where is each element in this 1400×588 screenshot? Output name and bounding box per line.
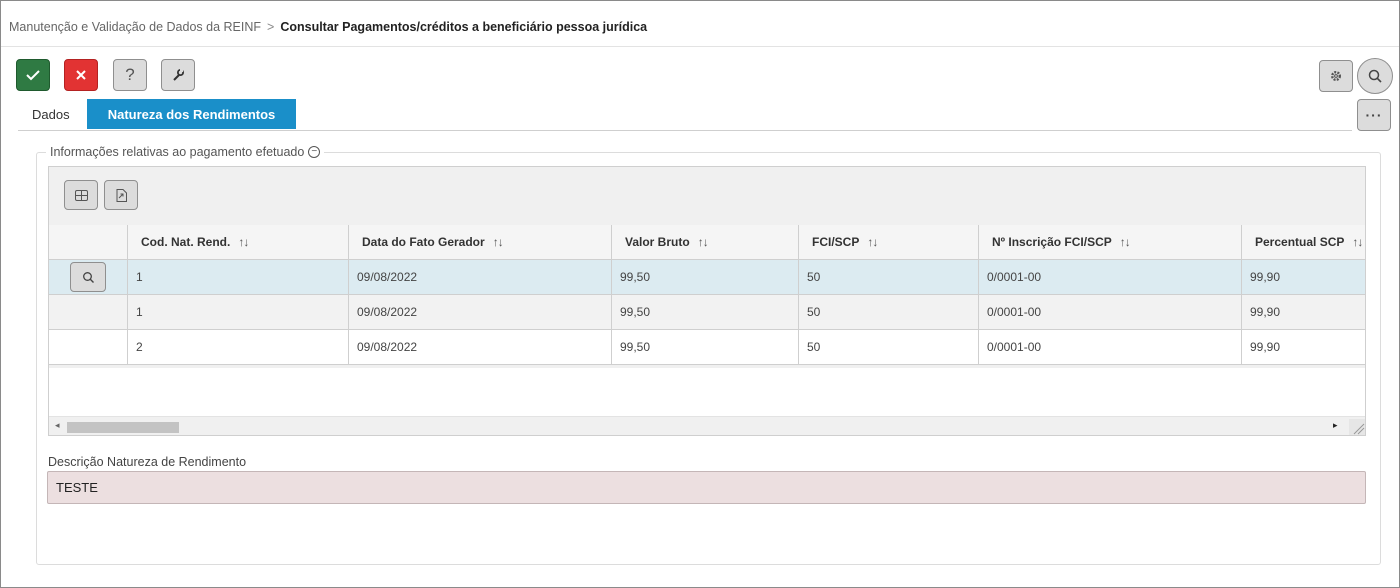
tab-natureza-dos-rendimentos[interactable]: Natureza dos Rendimentos xyxy=(87,99,296,129)
column-header-label: Valor Bruto xyxy=(625,235,690,249)
table-row[interactable]: 1 09/08/2022 99,50 50 0/0001-00 99,90 xyxy=(49,295,1365,330)
breadcrumb-separator: > xyxy=(267,20,275,34)
resize-grip[interactable] xyxy=(1349,419,1365,435)
table-cell[interactable]: 0/0001-00 xyxy=(979,330,1242,365)
table-cell[interactable]: 50 xyxy=(799,330,979,365)
resize-grip-icon xyxy=(1353,423,1365,435)
scroll-left-icon[interactable]: ◂ xyxy=(55,420,60,431)
settings-button[interactable] xyxy=(1319,60,1353,92)
column-header-label: FCI/SCP xyxy=(812,235,860,249)
horizontal-scrollbar[interactable]: ◂ ▸ xyxy=(49,416,1365,435)
column-header-label: Cod. Nat. Rend. xyxy=(141,235,231,249)
search-icon xyxy=(82,271,94,283)
search-button[interactable] xyxy=(1357,58,1393,94)
sort-icon[interactable]: ↑↓ xyxy=(867,235,878,249)
sort-icon[interactable]: ↑↓ xyxy=(493,235,504,249)
gear-icon xyxy=(1331,71,1341,81)
breadcrumb: Manutenção e Validação de Dados da REINF… xyxy=(9,20,647,34)
table-row[interactable]: 1 09/08/2022 99,50 50 0/0001-00 99,90 xyxy=(49,260,1365,295)
table-cell[interactable]: 0/0001-00 xyxy=(979,295,1242,330)
table-cell[interactable]: 99,90 xyxy=(1242,260,1365,295)
sort-icon[interactable]: ↑↓ xyxy=(698,235,709,249)
breadcrumb-parent[interactable]: Manutenção e Validação de Dados da REINF xyxy=(9,20,261,34)
column-header-label: Nº Inscrição FCI/SCP xyxy=(992,235,1112,249)
sort-icon[interactable]: ↑↓ xyxy=(1352,235,1363,249)
row-action-cell xyxy=(49,295,128,330)
table-cell[interactable]: 0/0001-00 xyxy=(979,260,1242,295)
search-icon xyxy=(1368,69,1382,83)
table-cell[interactable]: 99,50 xyxy=(612,330,799,365)
wrench-icon xyxy=(173,69,184,81)
tab-dados[interactable]: Dados xyxy=(32,99,70,129)
row-action-cell xyxy=(49,260,128,295)
header-action-cell xyxy=(49,225,128,260)
scroll-right-icon[interactable]: ▸ xyxy=(1333,420,1338,431)
row-detail-button[interactable] xyxy=(70,262,106,292)
description-field[interactable]: TESTE xyxy=(47,471,1366,504)
data-grid: Cod. Nat. Rend. ↑↓ Data do Fato Gerador ↑↓… xyxy=(48,166,1366,436)
collapse-icon[interactable]: − xyxy=(308,146,321,158)
column-header[interactable]: Valor Bruto ↑↓ xyxy=(612,225,799,260)
description-label: Descrição Natureza de Rendimento xyxy=(48,455,247,469)
scrollbar-thumb[interactable] xyxy=(67,422,179,433)
section-title: Informações relativas ao pagamento efetu… xyxy=(50,145,305,159)
table-cell[interactable]: 50 xyxy=(799,260,979,295)
help-button[interactable]: ? xyxy=(113,59,147,91)
column-header-label: Data do Fato Gerador xyxy=(362,235,485,249)
grid-empty-area xyxy=(49,368,1365,416)
close-icon xyxy=(76,70,86,80)
column-header[interactable]: Cod. Nat. Rend. ↑↓ xyxy=(128,225,349,260)
grid-export-button[interactable] xyxy=(104,180,138,210)
table-cell[interactable]: 1 xyxy=(128,260,349,295)
column-header[interactable]: Data do Fato Gerador ↑↓ xyxy=(349,225,612,260)
table-cell[interactable]: 99,90 xyxy=(1242,295,1365,330)
row-action-cell xyxy=(49,330,128,365)
table-cell[interactable]: 2 xyxy=(128,330,349,365)
table-cell[interactable]: 09/08/2022 xyxy=(349,260,612,295)
section-legend: Informações relativas ao pagamento efetu… xyxy=(46,145,325,159)
column-header[interactable]: Percentual SCP ↑↓ xyxy=(1242,225,1365,260)
confirm-button[interactable] xyxy=(16,59,50,91)
grid-columns-button[interactable] xyxy=(64,180,98,210)
tab-divider xyxy=(18,130,1352,131)
ellipsis-icon: ··· xyxy=(1365,107,1383,123)
column-header[interactable]: Nº Inscrição FCI/SCP ↑↓ xyxy=(979,225,1242,260)
cancel-button[interactable] xyxy=(64,59,98,91)
table-icon xyxy=(74,189,88,201)
table-header-row: Cod. Nat. Rend. ↑↓ Data do Fato Gerador ↑↓… xyxy=(49,225,1365,260)
table-cell[interactable]: 99,50 xyxy=(612,260,799,295)
table-cell[interactable]: 1 xyxy=(128,295,349,330)
check-icon xyxy=(26,70,40,81)
page-title: Consultar Pagamentos/créditos a benefici… xyxy=(280,20,648,34)
table-row[interactable]: 2 09/08/2022 99,50 50 0/0001-00 99,90 xyxy=(49,330,1365,365)
sort-icon[interactable]: ↑↓ xyxy=(238,235,249,249)
more-options-button[interactable]: ··· xyxy=(1357,99,1391,131)
export-file-icon xyxy=(116,188,127,202)
help-icon: ? xyxy=(125,65,135,84)
column-header-label: Percentual SCP xyxy=(1255,235,1345,249)
column-header[interactable]: FCI/SCP ↑↓ xyxy=(799,225,979,260)
table-cell[interactable]: 09/08/2022 xyxy=(349,295,612,330)
header-divider xyxy=(1,46,1399,47)
table-cell[interactable]: 99,90 xyxy=(1242,330,1365,365)
table-cell[interactable]: 99,50 xyxy=(612,295,799,330)
table-cell[interactable]: 50 xyxy=(799,295,979,330)
sort-icon[interactable]: ↑↓ xyxy=(1120,235,1131,249)
tools-button[interactable] xyxy=(161,59,195,91)
table-cell[interactable]: 09/08/2022 xyxy=(349,330,612,365)
